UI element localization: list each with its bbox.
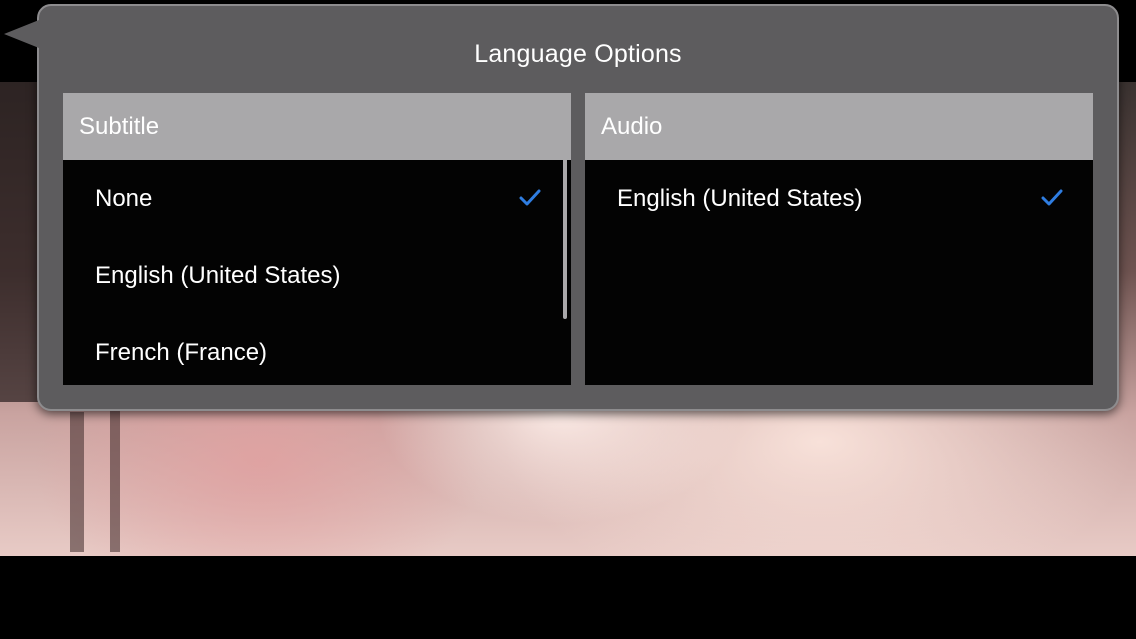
audio-option-label: English (United States) xyxy=(617,185,863,212)
popover-arrow xyxy=(4,20,39,48)
subtitle-option-label: French (France) xyxy=(95,339,268,366)
checkmark-icon xyxy=(1041,189,1063,206)
language-options-popover: Language Options Subtitle None English (… xyxy=(37,4,1119,411)
background-structure xyxy=(110,392,120,552)
audio-panel: Audio English (United States) xyxy=(585,93,1093,385)
audio-option-english-us[interactable]: English (United States) xyxy=(585,160,1093,237)
subtitle-panel: Subtitle None English (United States) Fr… xyxy=(63,93,571,385)
checkmark-icon xyxy=(519,189,541,206)
subtitle-header: Subtitle xyxy=(63,93,571,160)
letterbox-bar xyxy=(0,556,1136,639)
audio-header: Audio xyxy=(585,93,1093,160)
subtitle-option-english-us[interactable]: English (United States) xyxy=(63,237,571,314)
popover-title: Language Options xyxy=(474,40,682,68)
subtitle-option-label: None xyxy=(95,185,153,212)
background-structure xyxy=(0,82,40,402)
subtitle-option-french-france[interactable]: French (France) xyxy=(63,314,571,385)
subtitle-option-none[interactable]: None xyxy=(63,160,571,237)
background-structure xyxy=(70,412,84,552)
subtitle-option-label: English (United States) xyxy=(95,262,341,289)
